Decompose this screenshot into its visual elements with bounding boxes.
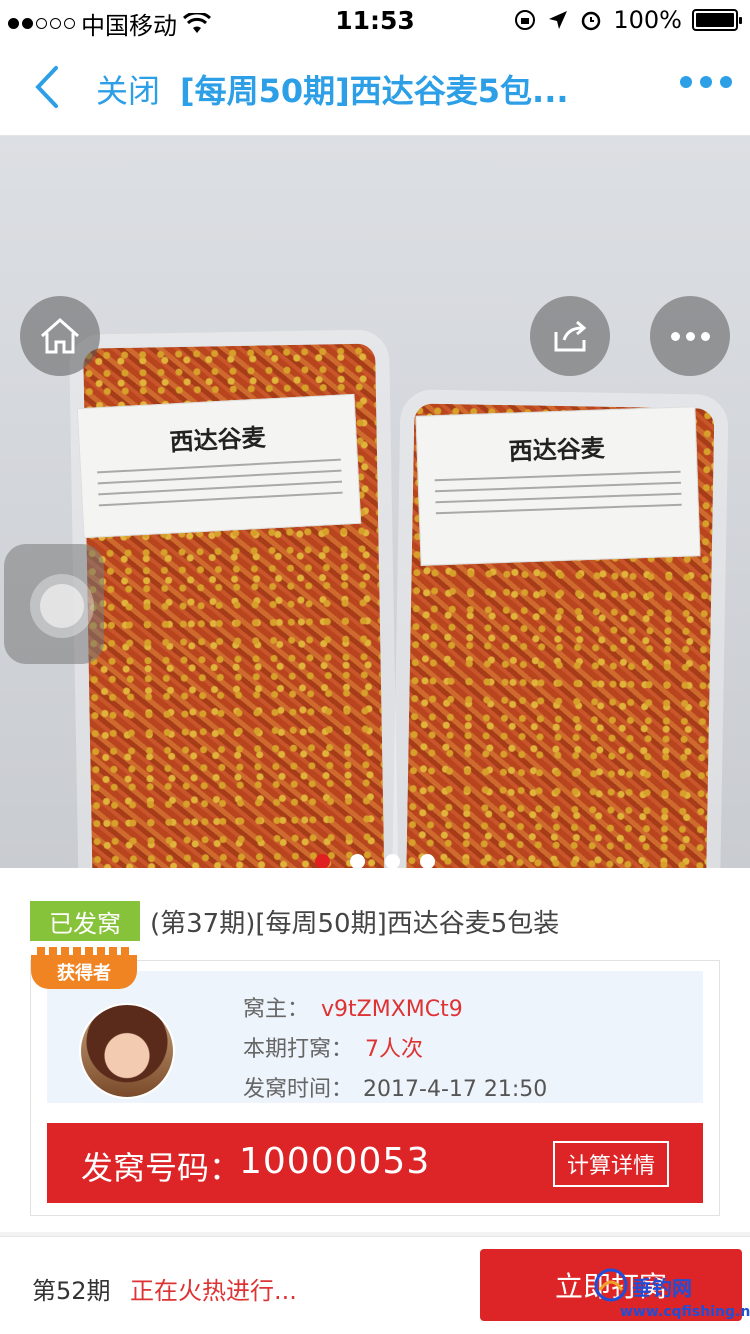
bag-label-left: 西达谷麦	[76, 393, 362, 539]
period-status-link[interactable]: 正在火热进行...	[130, 1271, 297, 1306]
more-dots-icon	[670, 331, 710, 341]
product-image-carousel[interactable]: 西达谷麦 西达谷麦	[0, 136, 750, 868]
carousel-dot[interactable]	[385, 854, 400, 868]
winner-details: 窝主： v9tZMXMCt9 本期打窝： 7人次 发窝时间： 2017-4-17 21…	[47, 971, 703, 1103]
rotation-lock-icon	[515, 10, 536, 30]
participants-value: 7人次	[365, 1037, 424, 1062]
system-indicators: 100%	[513, 6, 742, 34]
carousel-dot[interactable]	[350, 854, 365, 868]
carousel-dot-active[interactable]	[315, 854, 330, 868]
owner-row: 窝主： v9tZMXMCt9	[243, 991, 463, 1023]
battery-percent: 100%	[613, 6, 682, 34]
owner-value[interactable]: v9tZMXMCt9	[321, 997, 463, 1022]
winner-card: 窝主： v9tZMXMCt9 本期打窝： 7人次 发窝时间： 2017-4-17 21…	[30, 947, 720, 1216]
share-button[interactable]	[530, 296, 610, 376]
winning-number-label: 发窝号码：	[81, 1149, 242, 1187]
watermark-url: www.cqfishing.net	[620, 1304, 750, 1320]
time-value: 2017-4-17 21:50	[363, 1077, 548, 1102]
participants-row: 本期打窝： 7人次	[243, 1031, 423, 1063]
winning-number-value: 10000053	[239, 1141, 431, 1182]
winner-avatar[interactable]	[79, 1003, 175, 1099]
share-icon	[554, 320, 587, 352]
owner-label: 窝主：	[243, 997, 310, 1022]
navigation-bar: 关闭 [每周50期]西达谷麦5包...	[0, 40, 750, 136]
more-options-button[interactable]	[650, 296, 730, 376]
participants-label: 本期打窝：	[243, 1037, 354, 1062]
status-bar: 中国移动 11:53 100%	[0, 0, 750, 40]
home-icon	[41, 317, 79, 354]
current-period: 第52期	[32, 1277, 111, 1305]
winner-badge: 获得者	[31, 947, 137, 989]
winning-number-bar: 发窝号码： 10000053 计算详情	[47, 1123, 703, 1203]
page-title: [每周50期]西达谷麦5包...	[180, 72, 569, 110]
product-title: (第37期)[每周50期]西达谷麦5包装	[150, 909, 560, 939]
close-button[interactable]: 关闭	[96, 66, 160, 112]
site-watermark: 垂钓网 www.cqfishing.net	[590, 1266, 750, 1328]
home-button[interactable]	[20, 296, 100, 376]
more-menu-icon[interactable]	[680, 76, 732, 88]
assistive-touch-button[interactable]	[4, 544, 104, 664]
watermark-brand: 垂钓网	[632, 1276, 692, 1300]
carousel-indicator	[0, 854, 750, 868]
alarm-icon	[582, 11, 601, 31]
back-arrow-icon[interactable]	[28, 62, 68, 112]
time-label: 发窝时间：	[243, 1077, 354, 1102]
calculation-details-button[interactable]: 计算详情	[553, 1141, 669, 1187]
status-badge: 已发窝	[30, 901, 140, 941]
battery-icon	[692, 9, 742, 31]
time-row: 发窝时间： 2017-4-17 21:50	[243, 1071, 547, 1103]
location-icon	[549, 11, 568, 29]
bag-label-right: 西达谷麦	[415, 406, 701, 566]
carousel-dot[interactable]	[420, 854, 435, 868]
product-info-section: 已发窝 (第37期)[每周50期]西达谷麦5包装 窝主： v9tZMXMCt9 本…	[0, 868, 750, 1232]
fishing-logo-icon	[594, 1268, 628, 1302]
